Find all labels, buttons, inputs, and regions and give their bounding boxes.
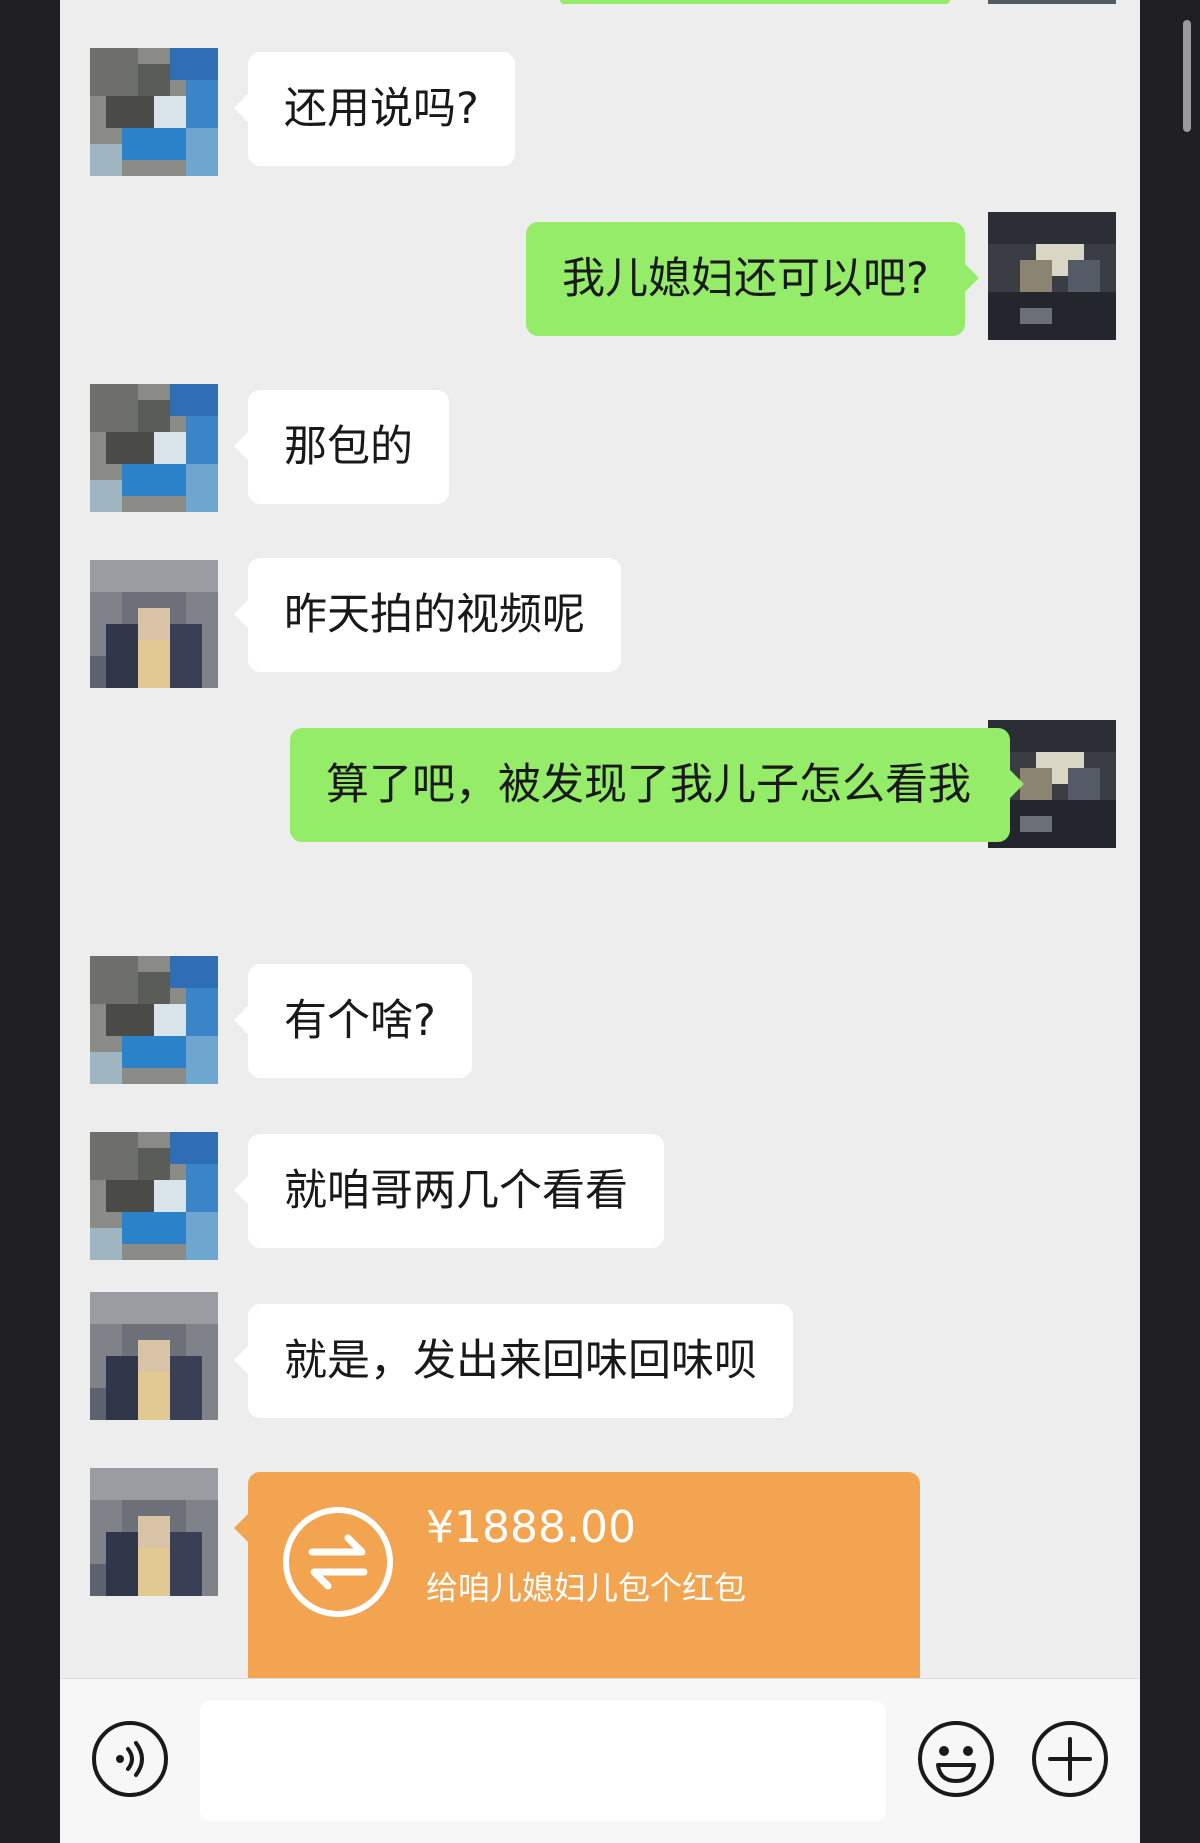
message-bubble[interactable]: 昨天拍的视频呢 bbox=[234, 558, 621, 672]
avatar[interactable] bbox=[988, 212, 1116, 340]
message-bubble[interactable]: 就咱哥两几个看看 bbox=[234, 1134, 664, 1248]
pixelated-avatar-icon bbox=[90, 560, 218, 688]
avatar[interactable] bbox=[90, 48, 218, 176]
transfer-amount: ¥1888.00 bbox=[426, 1502, 636, 1553]
message-bubble[interactable]: 还用说吗? bbox=[234, 52, 515, 166]
partial-bubble bbox=[560, 0, 950, 4]
pixelated-avatar-icon bbox=[90, 1132, 218, 1260]
pixelated-avatar-icon bbox=[90, 1292, 218, 1420]
avatar[interactable] bbox=[90, 1292, 218, 1420]
voice-icon[interactable] bbox=[90, 1719, 170, 1799]
transfer-arrows-icon bbox=[282, 1506, 394, 1618]
avatar[interactable] bbox=[90, 560, 218, 688]
transfer-note: 给咱儿媳妇儿包个红包 bbox=[426, 1569, 747, 1607]
emoji-icon[interactable] bbox=[916, 1719, 996, 1799]
message-bubble[interactable]: 就是，发出来回味回味呗 bbox=[234, 1304, 793, 1418]
avatar[interactable] bbox=[90, 956, 218, 1084]
avatar[interactable] bbox=[90, 1132, 218, 1260]
message-bubble[interactable]: 那包的 bbox=[234, 390, 449, 504]
pixelated-avatar-icon bbox=[90, 48, 218, 176]
input-bar bbox=[60, 1678, 1140, 1843]
partial-avatar bbox=[988, 0, 1116, 4]
scroll-indicator[interactable] bbox=[1183, 20, 1191, 132]
message-bubble[interactable]: 我儿媳妇还可以吧? bbox=[526, 222, 979, 336]
pixelated-avatar-icon bbox=[90, 956, 218, 1084]
transfer-card[interactable]: ¥1888.00 给咱儿媳妇儿包个红包 bbox=[234, 1472, 920, 1682]
pixelated-avatar-icon bbox=[988, 212, 1116, 340]
pixelated-avatar-icon bbox=[90, 384, 218, 512]
message-input[interactable] bbox=[200, 1701, 886, 1821]
message-bubble[interactable]: 算了吧，被发现了我儿子怎么看我 bbox=[290, 728, 1024, 842]
pixelated-avatar-icon bbox=[90, 1468, 218, 1596]
plus-icon[interactable] bbox=[1030, 1719, 1110, 1799]
avatar[interactable] bbox=[90, 384, 218, 512]
message-bubble[interactable]: 有个啥? bbox=[234, 964, 472, 1078]
chat-screen: 还用说吗? 我儿媳妇还可以吧? 那包的 昨天拍的视频呢 算了吧，被发现了我儿子怎… bbox=[60, 0, 1140, 1843]
avatar[interactable] bbox=[90, 1468, 218, 1596]
